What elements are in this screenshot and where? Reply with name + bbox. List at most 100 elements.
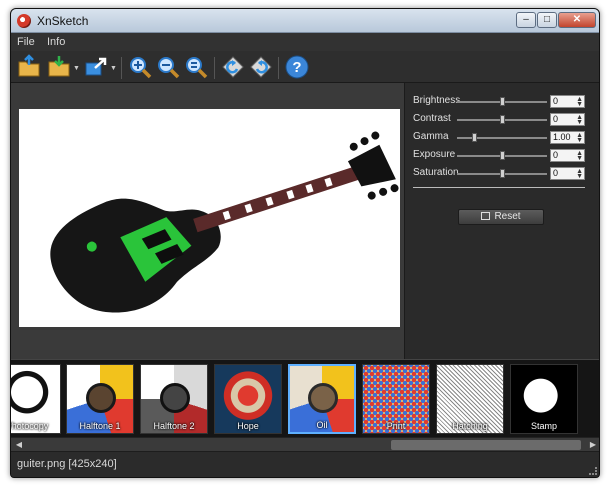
rotate-left-button[interactable] [220, 54, 246, 80]
slider-thumb[interactable] [500, 115, 505, 124]
filter-label: Hatching [452, 421, 488, 431]
adjust-label: Gamma [413, 131, 449, 142]
zoom-out-icon [158, 57, 180, 79]
image-canvas-area[interactable] [11, 83, 404, 359]
brightness-spinbox[interactable]: 0 ▲ ▼ [550, 95, 585, 108]
contrast-slider[interactable] [457, 115, 547, 124]
exposure-spinbox[interactable]: 0 ▲ ▼ [550, 149, 585, 162]
adjust-row-gamma: Gamma 1.00 ▲ ▼ [413, 131, 585, 145]
spin-value[interactable]: 0 [553, 168, 558, 178]
adjust-row-saturation: Saturation 0 ▲ ▼ [413, 167, 585, 181]
status-file-info: guiter.png [425x240] [17, 458, 117, 470]
saturation-slider[interactable] [457, 169, 547, 178]
reset-icon [481, 212, 491, 220]
app-window: XnSketch – □ ✕ File Info ▼ ▼ ? Brightnes… [10, 8, 600, 478]
reset-label: Reset [494, 211, 521, 222]
scroll-left-icon[interactable]: ◀ [13, 439, 25, 450]
lens-icon [160, 383, 190, 413]
filter-label: Halftone 1 [79, 421, 121, 431]
filter-thumb[interactable]: Hatching [436, 364, 504, 434]
close-button[interactable]: ✕ [558, 12, 596, 28]
zoom-out-button[interactable] [155, 54, 181, 80]
rotate-right-button[interactable] [248, 54, 274, 80]
adjust-label: Saturation [413, 167, 459, 178]
adjustments-panel: Brightness 0 ▲ ▼ Contrast 0 ▲ ▼ Gamma 1.00 ▲ ▼… [404, 83, 599, 359]
filter-filmstrip: Photocopy Halftone 1 Halftone 2 Hope Oil… [11, 359, 599, 437]
filter-label: Hope [237, 421, 259, 431]
filter-thumb[interactable]: Halftone 2 [140, 364, 208, 434]
svg-text:?: ? [292, 59, 301, 76]
filter-thumb[interactable]: Halftone 1 [66, 364, 134, 434]
filter-thumb-selected[interactable]: Oil [288, 364, 356, 434]
menu-file[interactable]: File [17, 36, 35, 48]
filter-thumb[interactable]: Hope [214, 364, 282, 434]
menu-bar: File Info [11, 33, 599, 51]
lens-icon [86, 383, 116, 413]
zoom-in-icon [130, 57, 152, 79]
adjust-label: Brightness [413, 95, 461, 106]
resize-grip-icon[interactable] [589, 467, 597, 475]
contrast-spinbox[interactable]: 0 ▲ ▼ [550, 113, 585, 126]
export-dropdown-icon[interactable]: ▼ [110, 65, 117, 72]
save-folder-icon [48, 56, 70, 77]
help-icon: ? [285, 55, 309, 79]
filter-label: Print [386, 421, 406, 431]
brightness-slider[interactable] [457, 97, 547, 106]
open-button[interactable] [17, 54, 43, 80]
toolbar-separator [121, 57, 122, 79]
adjust-row-exposure: Exposure 0 ▲ ▼ [413, 149, 585, 163]
export-button[interactable] [83, 54, 109, 80]
filter-label: Photocopy [11, 421, 49, 431]
filter-label: Oil [316, 420, 328, 430]
exposure-slider[interactable] [457, 151, 547, 160]
saturation-spinbox[interactable]: 0 ▲ ▼ [550, 167, 585, 180]
menu-info[interactable]: Info [47, 36, 65, 48]
filter-thumb[interactable]: Stamp [510, 364, 578, 434]
scroll-right-icon[interactable]: ▶ [587, 439, 599, 450]
spin-value[interactable]: 0 [553, 150, 558, 160]
spin-arrows-icon[interactable]: ▲ ▼ [576, 96, 583, 108]
app-logo-icon [17, 14, 31, 28]
maximize-button[interactable]: □ [537, 12, 557, 28]
slider-thumb[interactable] [500, 151, 505, 160]
gamma-spinbox[interactable]: 1.00 ▲ ▼ [550, 131, 585, 144]
spin-arrows-icon[interactable]: ▲ ▼ [576, 150, 583, 162]
spin-arrows-icon[interactable]: ▲ ▼ [576, 132, 583, 144]
toolbar-separator [278, 57, 279, 79]
slider-thumb[interactable] [472, 133, 477, 142]
filter-thumb[interactable]: Print [362, 364, 430, 434]
toolbar-separator [214, 57, 215, 79]
adjust-row-contrast: Contrast 0 ▲ ▼ [413, 113, 585, 127]
slider-thumb[interactable] [500, 97, 505, 106]
slider-thumb[interactable] [500, 169, 505, 178]
adjust-label: Exposure [413, 149, 456, 160]
filter-label: Halftone 2 [153, 421, 195, 431]
zoom-fit-icon [186, 57, 208, 79]
save-dropdown-icon[interactable]: ▼ [73, 65, 80, 72]
window-title: XnSketch [37, 14, 89, 28]
status-bar: guiter.png [425x240] [11, 451, 599, 477]
minimize-button[interactable]: – [516, 12, 536, 28]
gamma-slider[interactable] [457, 133, 547, 142]
title-bar[interactable]: XnSketch – □ ✕ [11, 9, 599, 33]
rotate-right-icon [250, 56, 272, 78]
scrollbar-thumb[interactable] [391, 440, 581, 450]
toolbar: ▼ ▼ ? [11, 51, 599, 83]
filmstrip-scrollbar[interactable]: ◀ ▶ [11, 437, 599, 451]
filter-thumb[interactable]: Photocopy [11, 364, 61, 434]
help-button[interactable]: ? [284, 54, 310, 80]
guitar-sketch-icon [50, 131, 399, 313]
open-folder-icon [18, 54, 40, 77]
export-icon [85, 57, 107, 76]
spin-value[interactable]: 0 [553, 114, 558, 124]
spin-arrows-icon[interactable]: ▲ ▼ [576, 114, 583, 126]
spin-value[interactable]: 1.00 [553, 132, 571, 142]
panel-divider [413, 187, 585, 188]
adjust-row-brightness: Brightness 0 ▲ ▼ [413, 95, 585, 109]
reset-button[interactable]: Reset [458, 209, 544, 225]
zoom-in-button[interactable] [127, 54, 153, 80]
spin-arrows-icon[interactable]: ▲ ▼ [576, 168, 583, 180]
save-button[interactable] [47, 54, 73, 80]
zoom-fit-button[interactable] [183, 54, 209, 80]
spin-value[interactable]: 0 [553, 96, 558, 106]
